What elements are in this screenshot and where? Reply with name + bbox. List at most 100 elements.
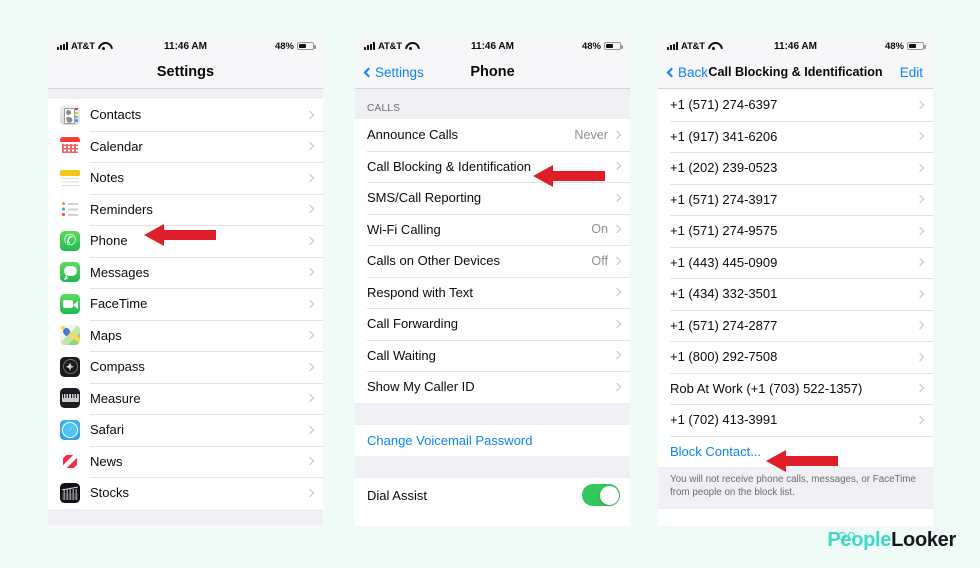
notes-app-icon	[60, 167, 80, 188]
blocked-number-label: +1 (202) 239-0523	[670, 160, 778, 176]
row-value: Never	[574, 127, 608, 142]
row-value: Off	[591, 253, 608, 268]
chevron-right-icon	[915, 258, 925, 267]
logo-text-looker: Looker	[891, 529, 956, 551]
blocked-number-label: +1 (702) 413-3991	[670, 412, 778, 428]
block-contact-button[interactable]: Block Contact...	[658, 435, 933, 467]
chevron-right-icon	[612, 288, 622, 297]
row-label: FaceTime	[90, 296, 148, 312]
row-wifi-calling[interactable]: Wi-Fi Calling On	[355, 213, 630, 245]
blocked-number-label: +1 (571) 274-9575	[670, 223, 778, 239]
chevron-right-icon	[305, 205, 315, 214]
list-item[interactable]: +1 (202) 239-0523	[658, 152, 933, 184]
list-item[interactable]: Rob At Work (+1 (703) 522-1357)	[658, 372, 933, 404]
list-item[interactable]: +1 (917) 341-6206	[658, 120, 933, 152]
sidebar-item-measure[interactable]: Measure	[48, 382, 323, 414]
status-bar: AT&T 11:46 AM 48%	[355, 36, 630, 56]
chevron-right-icon	[915, 415, 925, 424]
facetime-app-icon	[60, 293, 80, 314]
chevron-right-icon	[612, 162, 622, 171]
edit-button[interactable]: Edit	[900, 65, 923, 80]
chevron-right-icon	[915, 289, 925, 298]
back-button-label: Settings	[375, 64, 424, 80]
back-button[interactable]: Back	[666, 65, 708, 80]
messages-app-icon	[60, 262, 80, 283]
row-label: Compass	[90, 359, 145, 375]
contacts-app-icon	[60, 104, 80, 125]
list-item[interactable]: +1 (800) 292-7508	[658, 341, 933, 373]
row-label: Contacts	[90, 107, 142, 123]
sidebar-item-maps[interactable]: Maps	[48, 319, 323, 351]
sidebar-item-calendar[interactable]: Calendar	[48, 130, 323, 162]
chevron-right-icon	[612, 319, 622, 328]
blocked-number-label: +1 (443) 445-0909	[670, 254, 778, 270]
row-sms-call-reporting[interactable]: SMS/Call Reporting	[355, 182, 630, 214]
sidebar-item-news[interactable]: News	[48, 445, 323, 477]
sidebar-item-facetime[interactable]: FaceTime	[48, 288, 323, 320]
chevron-right-icon	[915, 384, 925, 393]
settings-app-list: Contacts Calendar Notes Reminders Phone	[48, 99, 323, 509]
battery-icon	[297, 41, 316, 51]
sidebar-item-safari[interactable]: Safari	[48, 414, 323, 446]
blocked-number-label: +1 (917) 341-6206	[670, 128, 778, 144]
row-change-voicemail-password[interactable]: Change Voicemail Password	[355, 424, 630, 456]
row-label: Calls on Other Devices	[367, 253, 500, 269]
back-button-settings[interactable]: Settings	[363, 64, 424, 80]
row-label: Show My Caller ID	[367, 379, 475, 395]
row-label: Change Voicemail Password	[367, 432, 533, 448]
chevron-right-icon	[305, 394, 315, 403]
chevron-right-icon	[305, 142, 315, 151]
row-respond-with-text[interactable]: Respond with Text	[355, 276, 630, 308]
chevron-right-icon	[305, 488, 315, 497]
phone-navbar: Settings Phone	[355, 56, 630, 89]
sidebar-item-compass[interactable]: Compass	[48, 351, 323, 383]
reminders-app-icon	[60, 199, 80, 220]
phone-panel-phone-settings: AT&T 11:46 AM 48% Settings Phone CALLS A…	[355, 36, 630, 526]
safari-app-icon	[60, 419, 80, 440]
chevron-right-icon	[915, 132, 925, 141]
sidebar-item-reminders[interactable]: Reminders	[48, 193, 323, 225]
row-call-blocking-identification[interactable]: Call Blocking & Identification	[355, 150, 630, 182]
row-calls-on-other-devices[interactable]: Calls on Other Devices Off	[355, 245, 630, 277]
row-label: Respond with Text	[367, 284, 473, 300]
news-app-icon	[60, 451, 80, 472]
list-item[interactable]: +1 (443) 445-0909	[658, 246, 933, 278]
list-item[interactable]: +1 (702) 413-3991	[658, 404, 933, 436]
row-label: Phone	[90, 233, 128, 249]
blocked-number-label: +1 (571) 274-6397	[670, 97, 778, 113]
row-dial-assist[interactable]: Dial Assist	[355, 478, 630, 512]
status-bar-time: 11:46 AM	[471, 40, 514, 52]
row-label: Notes	[90, 170, 124, 186]
chevron-right-icon	[305, 299, 315, 308]
sidebar-item-stocks[interactable]: Stocks	[48, 477, 323, 509]
call-blocking-navbar: Back Call Blocking & Identification Edit	[658, 56, 933, 89]
list-item[interactable]: +1 (571) 274-3917	[658, 183, 933, 215]
status-bar: AT&T 11:46 AM 48%	[48, 36, 323, 56]
row-label: Reminders	[90, 201, 153, 217]
status-bar-time: 11:46 AM	[774, 40, 817, 52]
row-show-my-caller-id[interactable]: Show My Caller ID	[355, 371, 630, 403]
maps-app-icon	[60, 325, 80, 346]
blocked-number-label: +1 (571) 274-2877	[670, 317, 778, 333]
dial-assist-toggle[interactable]	[582, 484, 620, 506]
chevron-right-icon	[612, 225, 622, 234]
sidebar-item-notes[interactable]: Notes	[48, 162, 323, 194]
row-label: News	[90, 453, 123, 469]
row-announce-calls[interactable]: Announce Calls Never	[355, 119, 630, 151]
chevron-right-icon	[305, 110, 315, 119]
row-call-forwarding[interactable]: Call Forwarding	[355, 308, 630, 340]
list-item[interactable]: +1 (434) 332-3501	[658, 278, 933, 310]
sidebar-item-contacts[interactable]: Contacts	[48, 99, 323, 131]
status-bar-time: 11:46 AM	[164, 40, 207, 52]
chevron-right-icon	[612, 382, 622, 391]
list-item[interactable]: +1 (571) 274-9575	[658, 215, 933, 247]
row-call-waiting[interactable]: Call Waiting	[355, 339, 630, 371]
chevron-left-icon	[363, 67, 374, 77]
row-label: Wi-Fi Calling	[367, 221, 441, 237]
list-gap	[48, 89, 323, 99]
sidebar-item-phone[interactable]: Phone	[48, 225, 323, 257]
list-item[interactable]: +1 (571) 274-2877	[658, 309, 933, 341]
sidebar-item-messages[interactable]: Messages	[48, 256, 323, 288]
row-label: Dial Assist	[367, 487, 427, 503]
list-item[interactable]: +1 (571) 274-6397	[658, 89, 933, 121]
